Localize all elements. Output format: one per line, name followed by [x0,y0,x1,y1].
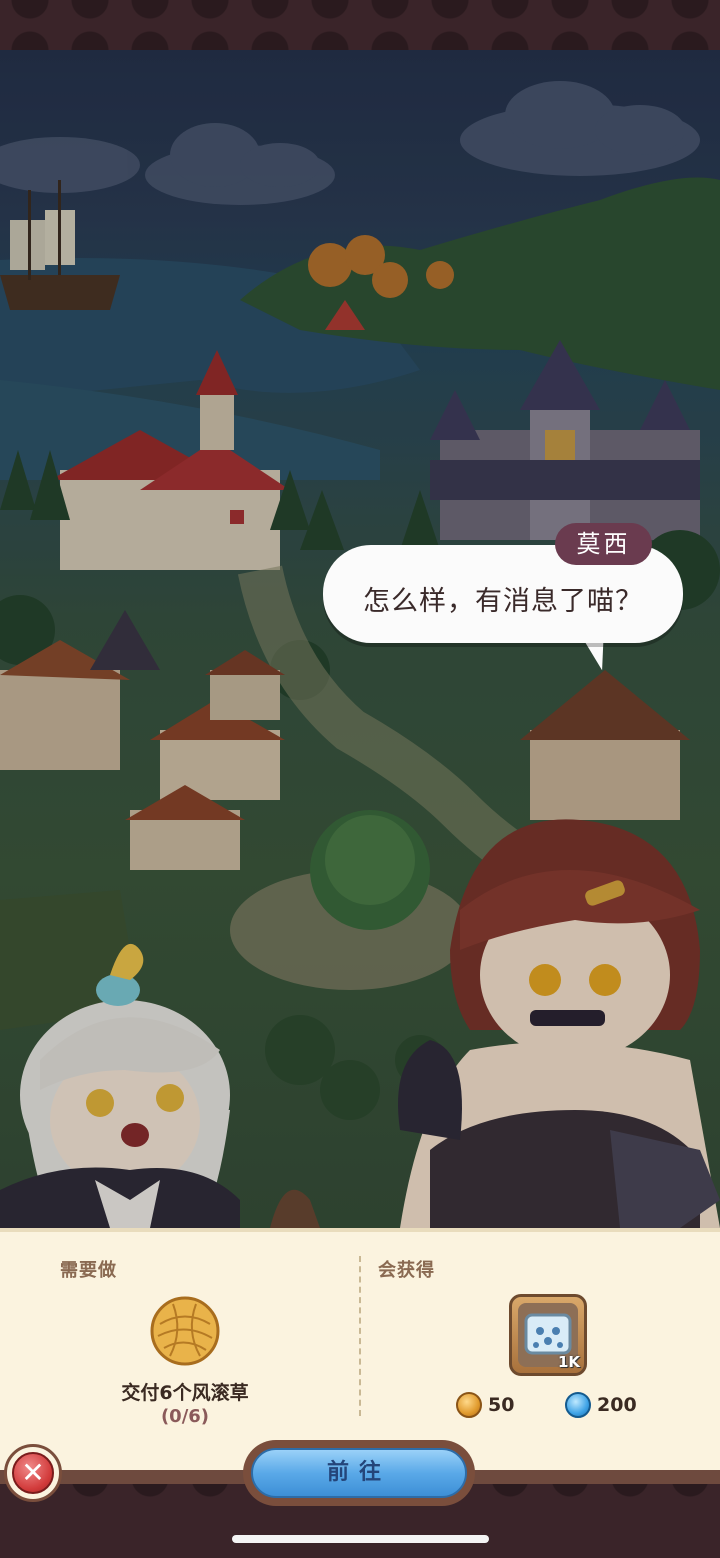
tumbleweed-icon [150,1296,220,1366]
reward-item-slot[interactable]: 1K [509,1294,587,1376]
coin-reward-value: 50 [488,1394,515,1416]
coin-icon [456,1392,482,1418]
dialog-message: 怎么样，有消息了喵？ [363,586,643,617]
reward-item-quantity: 1K [557,1353,580,1371]
todo-section-title: 需要做 [60,1260,117,1281]
task-description: 交付6个风滚草 [121,1382,249,1404]
coin-reward: 50 [456,1392,514,1418]
water-reward-value: 200 [597,1394,637,1416]
section-divider [359,1256,361,1416]
water-reward: 200 [565,1392,637,1418]
reward-section-title: 会获得 [378,1260,435,1281]
ship [0,180,120,310]
home-indicator[interactable] [232,1535,489,1543]
top-decorative-band [0,0,720,50]
water-drop-icon [565,1392,591,1418]
close-icon: ✕ [12,1452,54,1494]
close-button[interactable]: ✕ [4,1444,62,1502]
task-progress: (0/6) [160,1406,210,1427]
go-button[interactable]: 前往 [251,1448,467,1498]
speaker-name-tag: 莫西 [555,523,652,565]
go-button-frame: 前往 [243,1440,475,1506]
